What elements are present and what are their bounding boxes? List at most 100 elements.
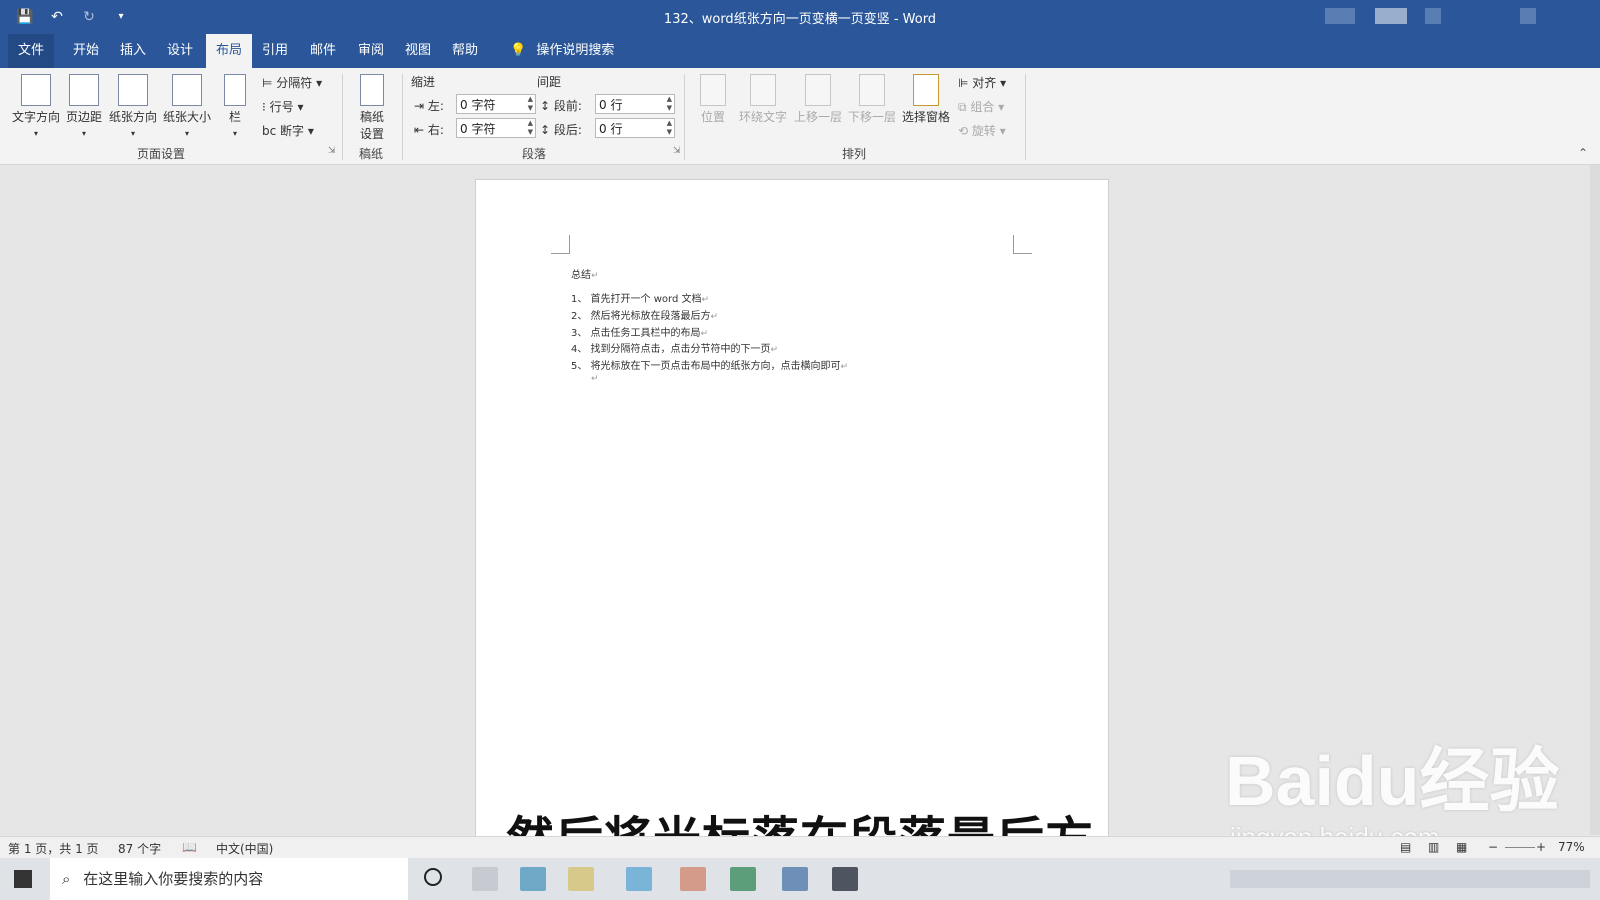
tell-me-search[interactable]: 💡 操作说明搜索 (500, 34, 624, 68)
tab-layout[interactable]: 布局 (206, 34, 253, 68)
language-indicator[interactable]: 中文(中国) (216, 840, 273, 857)
print-layout-icon[interactable]: ▥ (1428, 840, 1439, 854)
windows-start-icon[interactable] (14, 870, 32, 888)
system-tray[interactable] (1230, 870, 1590, 888)
collapse-ribbon-icon[interactable]: ⌃ (1578, 146, 1588, 160)
ribbon: 文字方向 ▾ 页边距 ▾ 纸张方向 ▾ 纸张大小 ▾ 栏 ▾ ⊨ 分隔符 ▾ ⁝ 行号 ▾… (0, 68, 1600, 165)
taskbar-app-icon[interactable] (782, 867, 808, 891)
empty-paragraph-mark: ↵ (591, 374, 599, 384)
manuscript-icon (360, 74, 384, 106)
list-item[interactable]: 1、 首先打开一个 word 文档↵ (571, 290, 709, 305)
taskbar-app-icon[interactable] (680, 867, 706, 891)
tab-insert[interactable]: 插入 (110, 34, 156, 68)
manuscript-settings-button[interactable]: 稿纸设置 (352, 74, 392, 142)
size-button[interactable]: 纸张大小 ▾ (161, 74, 213, 139)
tab-review[interactable]: 审阅 (348, 34, 394, 68)
breaks-button[interactable]: ⊨ 分隔符 ▾ (262, 74, 322, 91)
windows-taskbar: ⌕ 在这里输入你要搜索的内容 (0, 858, 1600, 900)
taskbar-app-icon[interactable] (832, 867, 858, 891)
restore-button[interactable] (1425, 8, 1441, 24)
group-icon: ⧉ (958, 100, 967, 114)
page-count[interactable]: 第 1 页，共 1 页 (8, 840, 99, 857)
align-button[interactable]: ⊫ 对齐 ▾ (958, 74, 1006, 91)
spinner-arrows-icon[interactable]: ▲ ▼ (528, 95, 533, 113)
list-item[interactable]: 4、 找到分隔符点击，点击分节符中的下一页↵ (571, 340, 778, 355)
rotate-icon: ⟲ (958, 124, 969, 138)
bring-forward-button[interactable]: 上移一层 (791, 74, 845, 125)
tab-design[interactable]: 设计 (157, 34, 203, 68)
spacing-title: 间距 (537, 75, 562, 89)
spinner-arrows-icon[interactable]: ▲ ▼ (667, 95, 672, 113)
hyphenation-button[interactable]: bc 断字 ▾ (262, 122, 314, 139)
taskbar-app-icon[interactable] (472, 867, 498, 891)
page-setup-launcher-icon[interactable]: ⇲ (328, 146, 336, 156)
paragraph-launcher-icon[interactable]: ⇲ (673, 146, 681, 156)
taskbar-app-icon[interactable] (730, 867, 756, 891)
taskbar-app-icon[interactable] (626, 867, 652, 891)
margins-icon (69, 74, 99, 106)
title-bar: 💾 ↶ ↻ ▾ 132、word纸张方向一页变横一页变竖 - Word (0, 0, 1600, 58)
read-mode-icon[interactable]: ▤ (1400, 840, 1411, 854)
tab-home[interactable]: 开始 (63, 34, 109, 68)
spacing-after-input[interactable]: 0 行 ▲ ▼ (595, 118, 675, 138)
indent-left-input[interactable]: 0 字符 ▲ ▼ (456, 94, 536, 114)
group-divider (1025, 74, 1026, 160)
send-backward-button[interactable]: 下移一层 (845, 74, 899, 125)
line-numbers-button[interactable]: ⁝ 行号 ▾ (262, 98, 304, 115)
baidu-watermark-logo: Baidu经验 (1225, 742, 1560, 820)
group-button[interactable]: ⧉ 组合 ▾ (958, 98, 1004, 115)
position-button[interactable]: 位置 (696, 74, 730, 125)
text-direction-button[interactable]: 文字方向 ▾ (10, 74, 62, 139)
wrap-text-icon (750, 74, 776, 106)
list-item[interactable]: 5、 将光标放在下一页点击布局中的纸张方向，点击横向即可↵ (571, 357, 848, 372)
taskbar-search-box[interactable]: ⌕ 在这里输入你要搜索的内容 (50, 858, 408, 900)
zoom-slider[interactable] (1505, 847, 1535, 848)
wrap-text-button[interactable]: 环绕文字 (736, 74, 790, 125)
window-title: 132、word纸张方向一页变横一页变竖 - Word (663, 12, 937, 27)
orientation-icon (118, 74, 148, 106)
send-backward-icon (859, 74, 885, 106)
cortana-icon[interactable] (424, 868, 442, 886)
align-icon: ⊫ (958, 76, 969, 90)
zoom-level[interactable]: 77% (1558, 840, 1585, 854)
window-controls[interactable] (1375, 8, 1407, 24)
web-layout-icon[interactable]: ▦ (1456, 840, 1467, 854)
indent-right-input[interactable]: 0 字符 ▲ ▼ (456, 118, 536, 138)
account-area[interactable] (1325, 8, 1355, 24)
tab-file[interactable]: 文件 (8, 34, 55, 68)
word-count[interactable]: 87 个字 (118, 840, 161, 857)
list-item[interactable]: 2、 然后将光标放在段落最后方↵ (571, 307, 718, 322)
selection-pane-button[interactable]: 选择窗格 (899, 74, 953, 125)
manuscript-group-label: 稿纸 (359, 147, 384, 161)
list-item[interactable]: 3、 点击任务工具栏中的布局↵ (571, 324, 708, 339)
tab-help[interactable]: 帮助 (442, 34, 488, 68)
taskbar-app-icon[interactable] (520, 867, 546, 891)
arrange-group-label: 排列 (842, 147, 867, 161)
bring-forward-icon (805, 74, 831, 106)
margins-button[interactable]: 页边距 ▾ (64, 74, 104, 139)
tab-references[interactable]: 引用 (252, 34, 298, 68)
spinner-arrows-icon[interactable]: ▲ ▼ (528, 119, 533, 137)
spinner-arrows-icon[interactable]: ▲ ▼ (667, 119, 672, 137)
tab-mailings[interactable]: 邮件 (300, 34, 346, 68)
spacing-before-input[interactable]: 0 行 ▲ ▼ (595, 94, 675, 114)
vertical-scrollbar[interactable] (1590, 165, 1600, 835)
rotate-button[interactable]: ⟲ 旋转 ▾ (958, 122, 1006, 139)
orientation-button[interactable]: 纸张方向 ▾ (107, 74, 159, 139)
proofing-icon[interactable]: 📖 (182, 840, 197, 854)
paragraph-group-label: 段落 (522, 147, 547, 161)
taskbar-app-icon[interactable] (568, 867, 594, 891)
columns-button[interactable]: 栏 ▾ (222, 74, 248, 139)
indent-left-icon: ⇥ (414, 99, 425, 113)
hyphenation-icon: bc (262, 124, 277, 138)
document-page[interactable]: 总结↵ 1、 首先打开一个 word 文档↵ 2、 然后将光标放在段落最后方↵ … (475, 179, 1109, 841)
paper-size-icon (172, 74, 202, 106)
status-bar: 第 1 页，共 1 页 87 个字 📖 中文(中国) ▤ ▥ ▦ − + 77% (0, 836, 1600, 859)
document-heading[interactable]: 总结↵ (571, 266, 599, 281)
zoom-out-icon[interactable]: − (1488, 840, 1498, 854)
tab-view[interactable]: 视图 (395, 34, 441, 68)
close-button[interactable] (1520, 8, 1536, 24)
spacing-after-icon: ↕ (540, 123, 551, 137)
spacing-before-label: ↕ 段前: (540, 99, 582, 113)
zoom-in-icon[interactable]: + (1536, 840, 1546, 854)
